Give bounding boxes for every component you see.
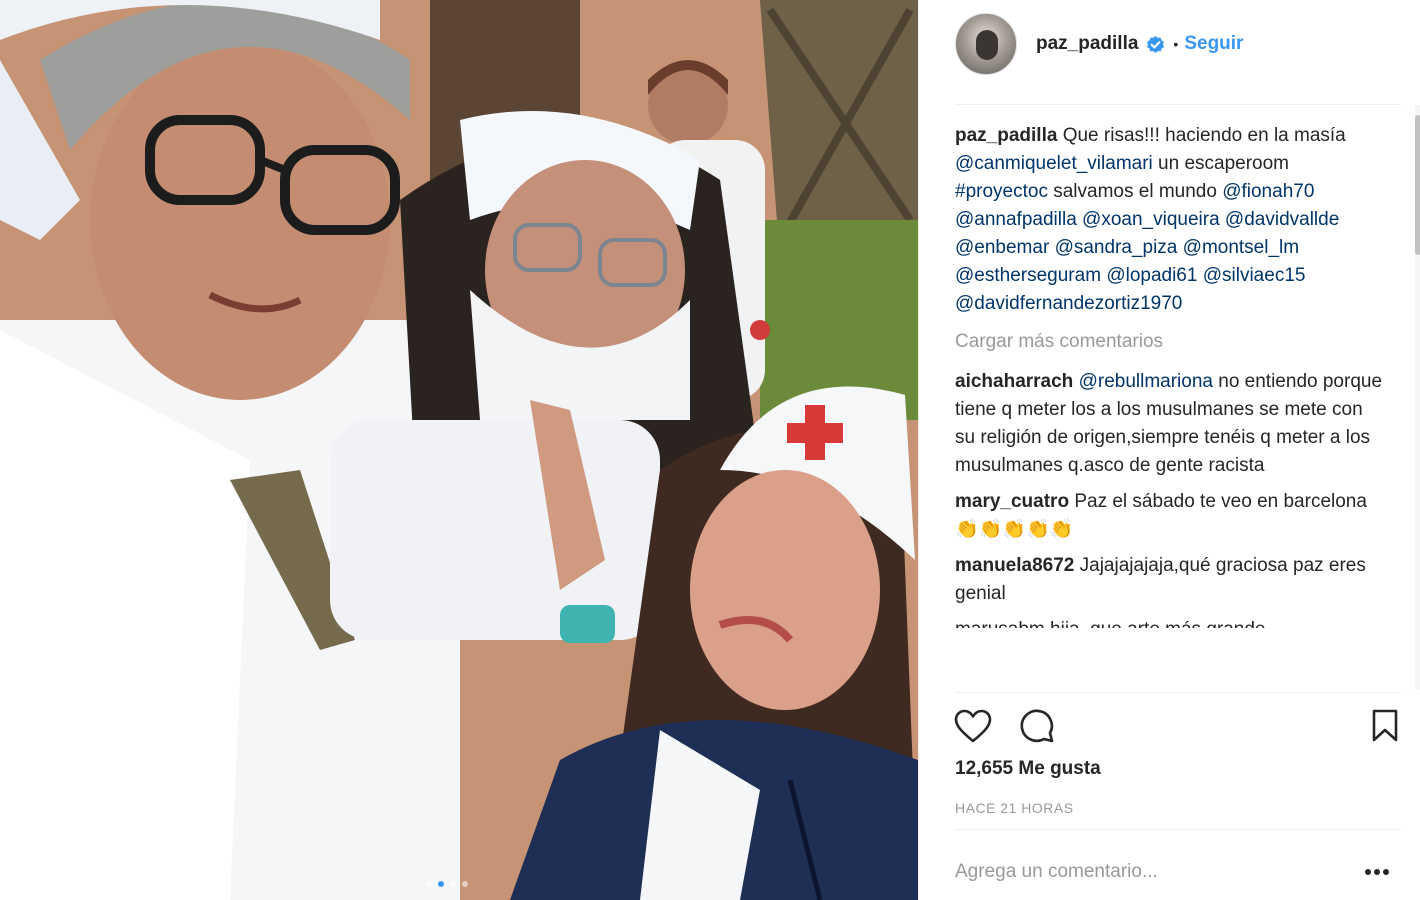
- header-divider: [955, 104, 1401, 105]
- save-button[interactable]: [1365, 706, 1405, 746]
- comment-item-partial: marusabm hija, que arte más grande: [955, 616, 1387, 628]
- comment-username[interactable]: aichaharrach: [955, 371, 1073, 392]
- like-button[interactable]: [953, 706, 993, 746]
- ellipsis-icon[interactable]: [1363, 864, 1391, 880]
- bookmark-icon: [1372, 709, 1398, 742]
- comment-text: hija, que arte más grande: [1050, 619, 1265, 628]
- caption-mention[interactable]: @lopadi61: [1106, 265, 1197, 286]
- add-comment-input[interactable]: [955, 861, 1335, 883]
- caption-mention[interactable]: @annafpadilla: [955, 209, 1077, 230]
- caption-mention[interactable]: #proyectoc: [955, 181, 1048, 202]
- heart-icon: [954, 709, 992, 743]
- caption-mention[interactable]: @davidfernandezortiz1970: [955, 293, 1182, 314]
- caption-mention[interactable]: @montsel_lm: [1183, 237, 1299, 258]
- caption-mention[interactable]: @sandra_piza: [1055, 237, 1178, 258]
- verified-badge-icon: [1147, 35, 1165, 53]
- post-timestamp: HACE 21 HORAS: [955, 800, 1074, 816]
- caption-mention[interactable]: @estherseguram: [955, 265, 1101, 286]
- comment-username[interactable]: manuela8672: [955, 555, 1074, 576]
- caption-text-segment: un escaperoom: [1152, 153, 1290, 174]
- header-separator: •: [1173, 36, 1179, 52]
- carousel-dot-4[interactable]: [462, 881, 468, 887]
- caption-mention[interactable]: @silviaec15: [1203, 265, 1306, 286]
- comment-item: mary_cuatro Paz el sábado te veo en barc…: [955, 488, 1387, 544]
- post-actions: [953, 706, 1401, 746]
- caption-text-segment: Que risas!!! haciendo en la masía: [1062, 125, 1346, 146]
- photo-illustration: [0, 0, 918, 900]
- caption-mention[interactable]: @fionah70: [1222, 181, 1314, 202]
- comments-list[interactable]: paz_padilla Que risas!!! haciendo en la …: [955, 122, 1387, 692]
- comments-scrollbar-thumb[interactable]: [1415, 115, 1420, 255]
- footer-divider: [955, 829, 1401, 830]
- add-comment-bar: [955, 852, 1401, 892]
- comments-divider: [955, 692, 1401, 693]
- likes-count[interactable]: 12,655 Me gusta: [955, 758, 1101, 780]
- carousel-dot-1[interactable]: [426, 881, 432, 887]
- caption-mention[interactable]: @canmiquelet_vilamari: [955, 153, 1153, 174]
- caption-text: Que risas!!! haciendo en la masía @canmi…: [955, 125, 1346, 314]
- carousel-indicator[interactable]: [426, 881, 468, 887]
- post-photo[interactable]: [0, 0, 918, 900]
- carousel-dot-3[interactable]: [450, 881, 456, 887]
- post-header: paz_padilla • Seguir: [955, 12, 1401, 76]
- caption: paz_padilla Que risas!!! haciendo en la …: [955, 122, 1387, 318]
- comment-item: manuela8672 Jajajajajaja,qué graciosa pa…: [955, 552, 1387, 608]
- caption-username[interactable]: paz_padilla: [955, 125, 1057, 146]
- post-side-panel: paz_padilla • Seguir paz_padilla Que ris…: [918, 0, 1420, 900]
- speech-bubble-icon: [1020, 709, 1054, 743]
- caption-mention[interactable]: @enbemar: [955, 237, 1049, 258]
- owner-username[interactable]: paz_padilla: [1036, 33, 1138, 55]
- comment-username[interactable]: mary_cuatro: [955, 491, 1069, 512]
- comment-mention[interactable]: @rebullmariona: [1079, 371, 1213, 392]
- carousel-dot-2[interactable]: [438, 881, 444, 887]
- caption-mention[interactable]: @davidvallde: [1225, 209, 1339, 230]
- comment-item: aichaharrach @rebullmariona no entiendo …: [955, 368, 1387, 480]
- comment-username[interactable]: marusabm: [955, 619, 1045, 628]
- follow-button[interactable]: Seguir: [1184, 33, 1243, 55]
- comment-button[interactable]: [1017, 706, 1057, 746]
- caption-mention[interactable]: @xoan_viqueira: [1082, 209, 1220, 230]
- load-more-comments-button[interactable]: Cargar más comentarios: [955, 328, 1387, 356]
- caption-text-segment: salvamos el mundo: [1047, 181, 1223, 202]
- avatar[interactable]: [955, 13, 1017, 75]
